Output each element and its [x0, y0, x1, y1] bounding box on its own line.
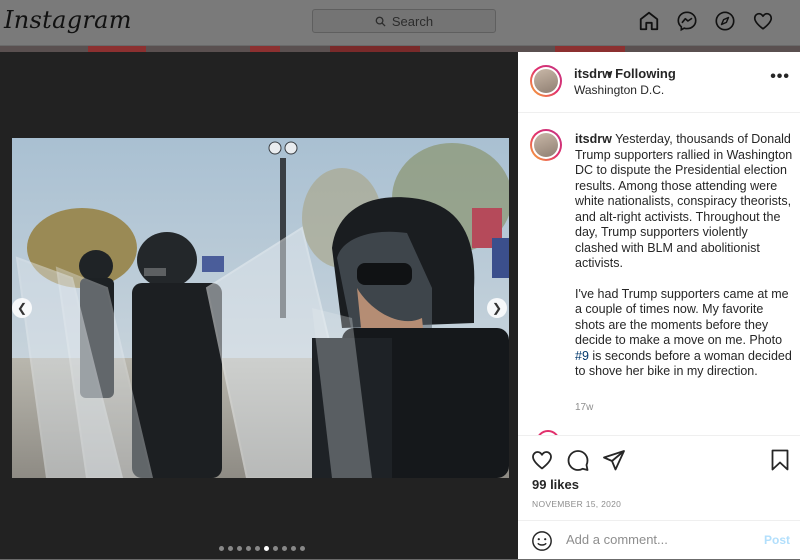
comment-icon[interactable] [566, 448, 590, 472]
emoji-icon[interactable] [531, 530, 553, 552]
caption-timestamp[interactable]: 17w [575, 402, 593, 413]
caption-paragraph-1: Yesterday, thousands of Donald Trump sup… [575, 132, 793, 270]
caption-avatar[interactable] [530, 129, 562, 161]
carousel-dot [300, 546, 305, 551]
comment-bar: Post [518, 520, 800, 560]
like-heart-icon[interactable] [530, 448, 554, 472]
messenger-icon[interactable] [676, 10, 698, 32]
next-photo-button[interactable]: ❯ [487, 298, 507, 318]
search-icon [375, 16, 386, 27]
post-header: itsdrw • Following Washington D.C. ••• [518, 52, 800, 113]
caption-paragraph-2-end: is seconds before a woman decided to sho… [575, 348, 792, 379]
caption-username[interactable]: itsdrw [575, 132, 612, 146]
following-status[interactable]: • Following [607, 66, 676, 81]
more-options-icon[interactable]: ••• [770, 68, 790, 86]
location-link[interactable]: Washington D.C. [574, 83, 664, 97]
top-navigation: Instagram Search [0, 0, 800, 46]
post-date: NOVEMBER 15, 2020 [532, 499, 622, 509]
carousel-dot [246, 546, 251, 551]
instagram-logo[interactable]: Instagram [4, 6, 132, 34]
home-icon[interactable] [638, 10, 660, 32]
post-comment-button[interactable]: Post [764, 533, 790, 547]
heart-icon[interactable] [752, 10, 774, 32]
carousel-dot [228, 546, 233, 551]
previous-photo-button[interactable]: ❮ [12, 298, 32, 318]
chevron-left-icon: ❮ [16, 301, 28, 315]
comment-input[interactable] [566, 532, 746, 547]
carousel-dot [264, 546, 269, 551]
like-count[interactable]: 99 likes [532, 477, 579, 492]
riot-police-photo [12, 138, 509, 478]
caption-paragraph-2-start: I've had Trump supporters came at me a c… [575, 286, 789, 348]
hashtag-link[interactable]: #9 [575, 349, 589, 363]
search-box[interactable]: Search [312, 9, 496, 33]
chevron-right-icon: ❯ [491, 301, 503, 315]
share-icon[interactable] [602, 448, 626, 472]
explore-icon[interactable] [714, 10, 736, 32]
carousel-indicator [219, 546, 305, 551]
carousel-dot [282, 546, 287, 551]
carousel-dot [219, 546, 224, 551]
carousel-dot [273, 546, 278, 551]
post-caption: itsdrw Yesterday, thousands of Donald Tr… [575, 132, 793, 380]
post-details-panel: itsdrw • Following Washington D.C. ••• i… [518, 52, 800, 559]
search-placeholder: Search [391, 13, 434, 29]
post-actions: 99 likes NOVEMBER 15, 2020 Post [518, 435, 800, 559]
carousel-dot [255, 546, 260, 551]
avatar[interactable] [530, 65, 562, 97]
carousel-dot [237, 546, 242, 551]
carousel-dot [291, 546, 296, 551]
bookmark-icon[interactable] [768, 448, 792, 472]
post-photo[interactable] [12, 138, 509, 478]
